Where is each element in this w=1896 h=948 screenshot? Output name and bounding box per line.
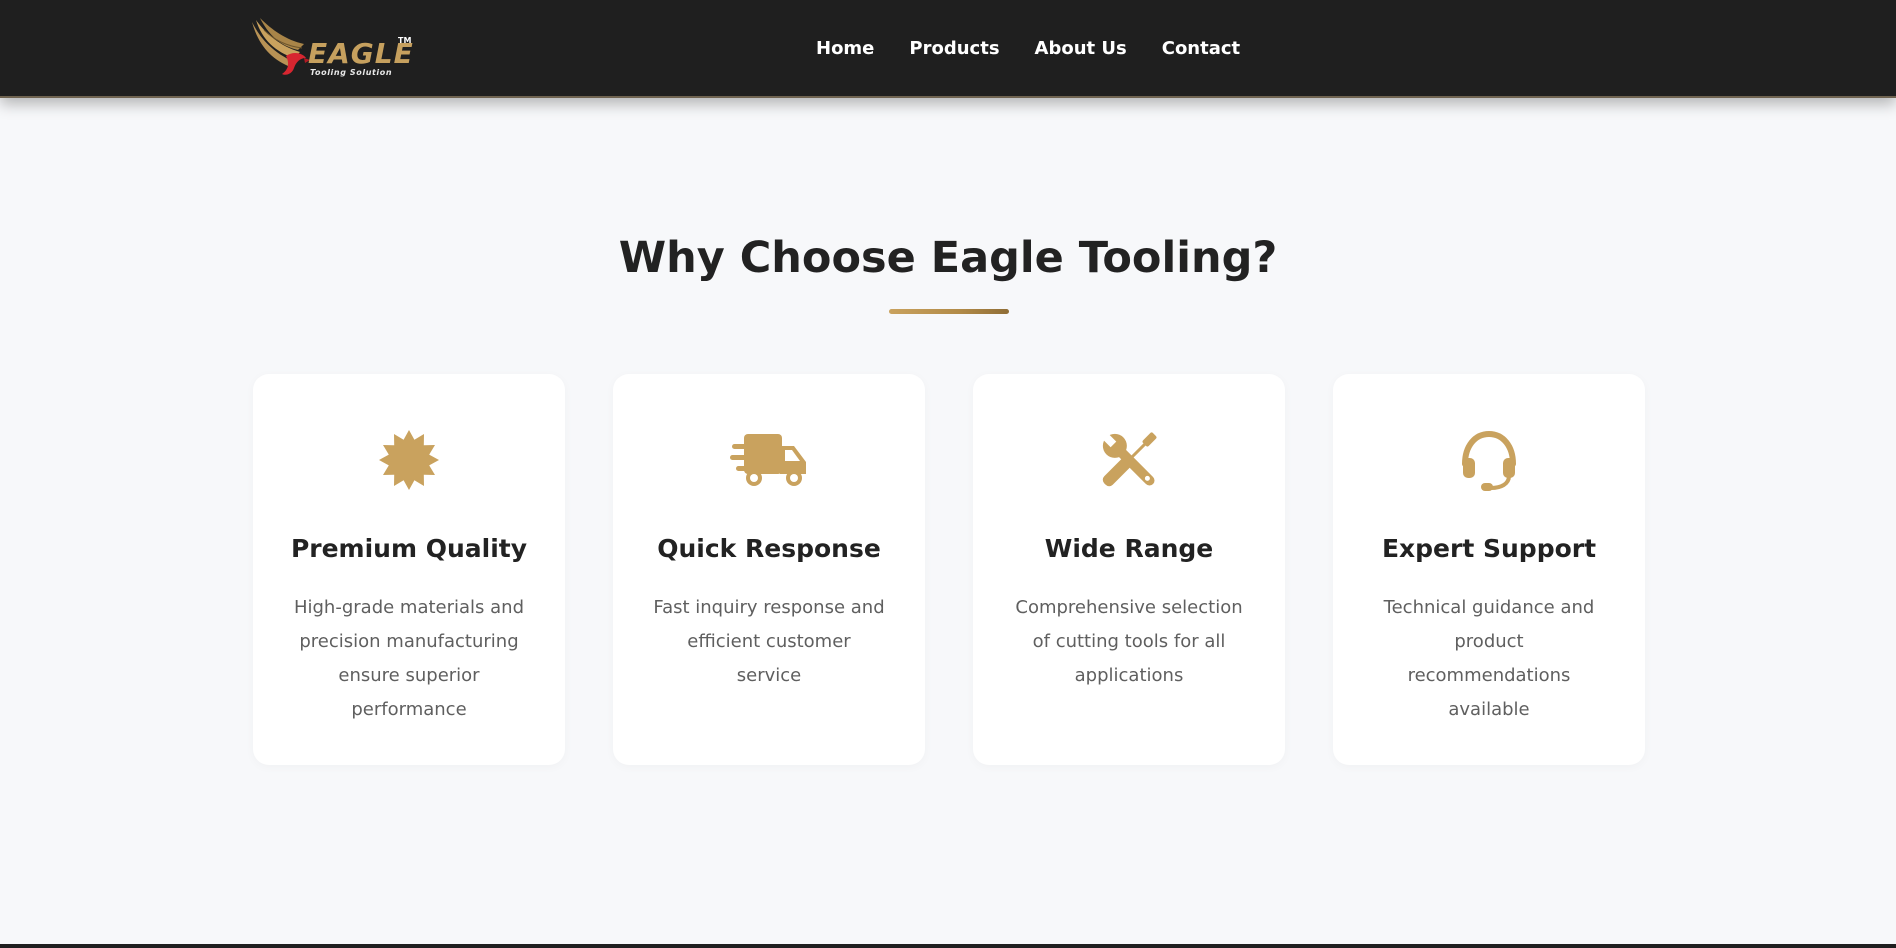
nav-link-products[interactable]: Products bbox=[909, 38, 999, 59]
card-title: Expert Support bbox=[1381, 534, 1597, 563]
trademark-symbol: TM bbox=[398, 36, 412, 45]
features-grid: Premium Quality High-grade materials and… bbox=[253, 374, 1645, 765]
feature-card-wide-range: Wide Range Comprehensive selection of cu… bbox=[973, 374, 1285, 765]
section-title: Why Choose Eagle Tooling? bbox=[618, 233, 1278, 283]
card-description: Fast inquiry response and efficient cust… bbox=[653, 597, 885, 686]
headset-icon bbox=[1333, 428, 1645, 492]
main-navigation: Home Products About Us Contact bbox=[816, 0, 1240, 96]
feature-card-expert-support: Expert Support Technical guidance and pr… bbox=[1333, 374, 1645, 765]
brand-logo[interactable]: EAGLE TM Tooling Solution bbox=[250, 18, 420, 80]
certificate-icon bbox=[253, 428, 565, 492]
footer-edge bbox=[0, 944, 1896, 948]
nav-link-contact[interactable]: Contact bbox=[1162, 38, 1240, 59]
nav-link-home[interactable]: Home bbox=[816, 38, 874, 59]
card-description: Technical guidance and product recommend… bbox=[1383, 597, 1595, 720]
card-title: Wide Range bbox=[1044, 534, 1214, 563]
tools-icon bbox=[973, 428, 1285, 492]
site-header: EAGLE TM Tooling Solution Home Products … bbox=[0, 0, 1896, 98]
title-underline bbox=[889, 309, 1009, 314]
card-title: Quick Response bbox=[657, 534, 881, 563]
logo-tagline: Tooling Solution bbox=[310, 68, 393, 77]
card-description: High-grade materials and precision manuf… bbox=[293, 597, 525, 720]
card-title: Premium Quality bbox=[290, 534, 528, 563]
delivery-truck-icon bbox=[613, 428, 925, 492]
feature-card-quick-response: Quick Response Fast inquiry response and… bbox=[613, 374, 925, 765]
feature-card-premium-quality: Premium Quality High-grade materials and… bbox=[253, 374, 565, 765]
card-description: Comprehensive selection of cutting tools… bbox=[1015, 597, 1243, 686]
nav-link-about-us[interactable]: About Us bbox=[1035, 38, 1127, 59]
